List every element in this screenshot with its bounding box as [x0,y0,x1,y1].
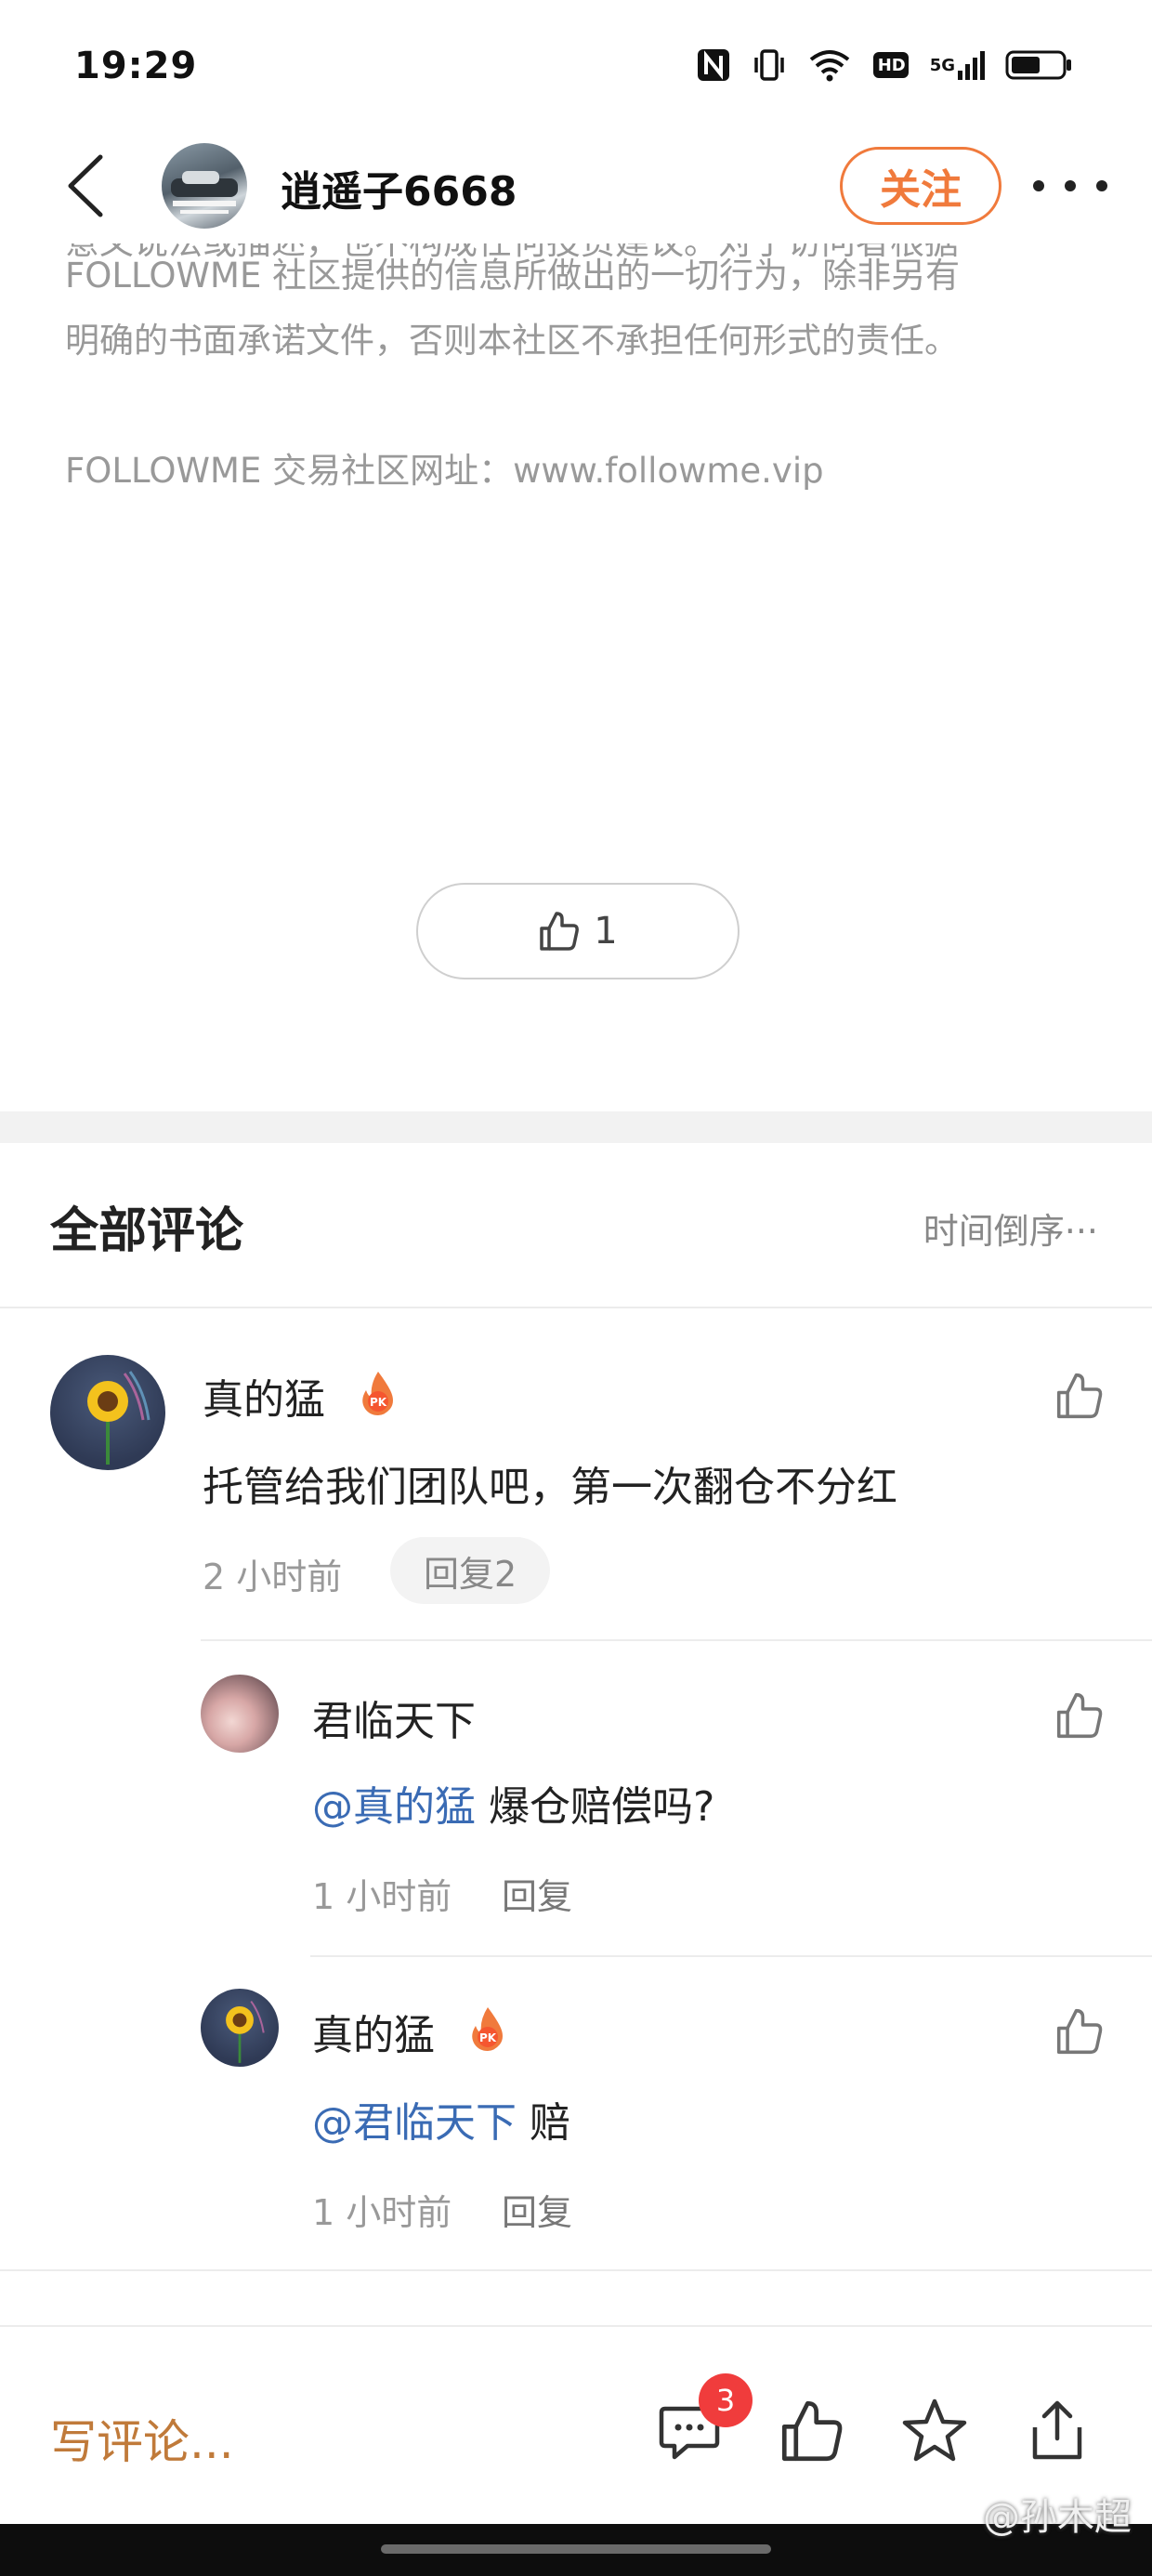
watermark: @孙木超 [983,2496,1132,2539]
like-article-button[interactable] [773,2392,851,2470]
sort-label: 时间倒序 [923,1211,1065,1252]
signal-label: 5G [929,55,955,75]
share-icon [1032,2400,1082,2460]
comments-title: 全部评论 [50,1203,244,1259]
author-avatar[interactable] [162,143,247,229]
divider [310,1955,1152,1957]
sunflower-icon [87,1371,151,1465]
commenter-avatar[interactable] [201,1675,279,1753]
commenter-avatar[interactable] [201,1989,279,2067]
svg-text:PK: PK [479,2031,497,2044]
reply-body: 爆仓赔偿吗? [476,1783,715,1831]
comment-text: @真的猛 爆仓赔偿吗? [312,1773,714,1833]
article-line: 明确的书面承诺文件，否则本社区不承担任何形式的责任。 [65,321,959,361]
comment-count-badge: 3 [699,2373,753,2427]
follow-button[interactable]: 关注 [840,147,1001,225]
hd-icon: HD [872,46,910,84]
more-dot-icon [1065,180,1076,191]
more-dot-icon [1033,180,1044,191]
more-options-button[interactable] [1033,167,1107,204]
comment-text: @君临天下 赔 [312,2089,570,2149]
reply-button[interactable]: 回复 [502,1868,572,1919]
comment-like-button[interactable] [1050,1366,1109,1426]
reply-body: 赔 [517,2099,570,2147]
nav-header: 逍遥子6668 关注 [0,130,1152,242]
status-icons: HD 5G [696,46,1072,84]
gesture-bar [0,2524,1152,2576]
back-button[interactable] [52,151,117,221]
share-button[interactable] [1018,2392,1096,2470]
article-body: 意义说法或描述，也不构成任何投资建议。对于访问者根据 FOLLOWME 社区提供… [65,243,1096,504]
status-bar: 19:29 HD 5G [0,0,1152,130]
comment-time: 2 小时前 [203,1557,343,1597]
thumbs-up-icon [781,2400,843,2462]
comment-like-button[interactable] [1050,1686,1109,1745]
sort-more-icon: ··· [1064,1211,1098,1252]
reply-button[interactable]: 回复 [502,2184,572,2235]
pk-badge-icon: PK [359,1370,398,1416]
like-count: 1 [594,910,618,953]
mention-link[interactable]: @君临天下 [312,2099,517,2147]
divider [0,1307,1152,1308]
thumbs-up-icon [1056,1373,1103,1419]
vibrate-icon [752,46,787,84]
pk-badge-icon: PK [468,2005,507,2052]
battery-icon [1005,46,1072,84]
commenter-avatar[interactable] [50,1355,165,1470]
article-line: FOLLOWME 交易社区网址：www.followme.vip [65,451,824,491]
thumbs-up-icon [1056,1692,1103,1739]
bottom-action-bar: 写评论... 3 [0,2325,1152,2524]
thumbs-up-icon [540,912,580,951]
comment-text: 托管给我们团队吧，第一次翻仓不分红 [203,1464,897,1511]
svg-text:PK: PK [370,1396,387,1409]
signal-5g-icon: 5G [930,46,985,84]
comment-time: 1 小时前 [312,2192,452,2233]
nfc-icon [696,46,731,84]
author-name[interactable]: 逍遥子6668 [281,158,517,217]
divider [0,2269,1152,2271]
home-indicator[interactable] [381,2544,771,2554]
thumbs-up-icon [1056,2008,1103,2055]
comment-like-button[interactable] [1050,2002,1109,2061]
view-replies-button[interactable]: 回复2 [390,1537,551,1604]
sunflower-icon [226,2000,265,2063]
status-time: 19:29 [74,45,198,87]
favorite-button[interactable] [896,2392,974,2470]
sort-button[interactable]: 时间倒序··· [923,1203,1098,1254]
like-button[interactable]: 1 [416,883,740,979]
mention-link[interactable]: @真的猛 [312,1783,476,1831]
divider [201,1639,1152,1641]
section-separator [0,1111,1152,1143]
more-dot-icon [1096,180,1107,191]
hd-label: HD [877,55,906,75]
chevron-left-icon [68,154,103,217]
commenter-name[interactable]: 君临天下 [312,1688,476,1747]
comment-time: 1 小时前 [312,1876,452,1917]
write-comment-input[interactable]: 写评论... [50,2405,234,2472]
wifi-icon [807,46,852,84]
star-icon [902,2399,967,2462]
commenter-name[interactable]: 真的猛 [312,2002,435,2061]
commenter-name[interactable]: 真的猛 [203,1366,325,1426]
